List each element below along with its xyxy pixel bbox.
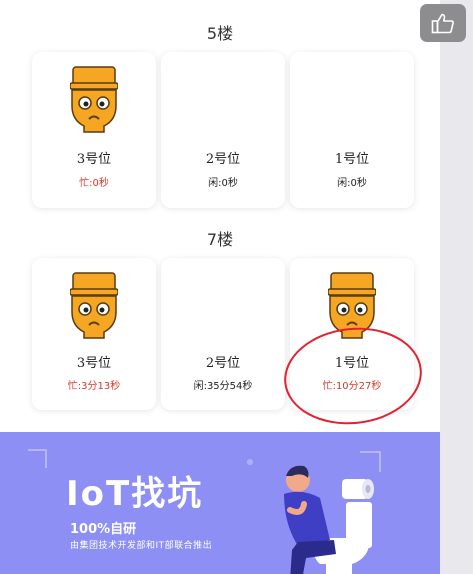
floor-7-title: 7楼 — [206, 230, 234, 249]
stall-label: 3号位 — [76, 152, 112, 167]
stall-card-5-2[interactable]: 2号位 闲:0秒 — [161, 52, 285, 208]
stall-label: 3号位 — [76, 356, 112, 371]
page-content: 5楼 3号位 忙:0秒 2号位 闲:0秒 1号位 闲:0秒 7楼 3号位 忙:3… — [0, 0, 440, 574]
banner-title: IoT找坑 — [66, 474, 204, 514]
stall-label: 2号位 — [205, 356, 241, 371]
like-button[interactable] — [420, 4, 466, 42]
banner-subtitle: 100%自研 — [70, 522, 137, 537]
stall-status: 闲:0秒 — [208, 178, 238, 189]
stall-status: 闲:35分54秒 — [193, 381, 253, 392]
stall-label: 1号位 — [334, 152, 370, 167]
stall-status: 忙:0秒 — [79, 178, 109, 189]
stall-card-7-2[interactable]: 2号位 闲:35分54秒 — [161, 258, 285, 410]
stall-card-5-3[interactable]: 3号位 忙:0秒 — [32, 52, 156, 208]
stall-status: 闲:0秒 — [337, 178, 367, 189]
stall-card-7-3[interactable]: 3号位 忙:3分13秒 — [32, 258, 156, 410]
stall-label: 2号位 — [205, 152, 241, 167]
stall-status: 忙:3分13秒 — [67, 381, 121, 392]
person-on-toilet-illustration — [284, 465, 372, 574]
floor-5-title: 5楼 — [206, 24, 234, 43]
occupied-toilet-face-icon — [70, 66, 118, 133]
occupied-toilet-face-icon — [70, 272, 118, 339]
promo-banner[interactable]: IoT找坑 100%自研 由集团技术开发部和IT部联合推出 — [0, 432, 440, 574]
thumbs-up-icon — [431, 13, 454, 34]
stall-card-5-1[interactable]: 1号位 闲:0秒 — [290, 52, 414, 208]
right-side-margin — [440, 0, 473, 574]
banner-caption: 由集团技术开发部和IT部联合推出 — [70, 541, 213, 551]
